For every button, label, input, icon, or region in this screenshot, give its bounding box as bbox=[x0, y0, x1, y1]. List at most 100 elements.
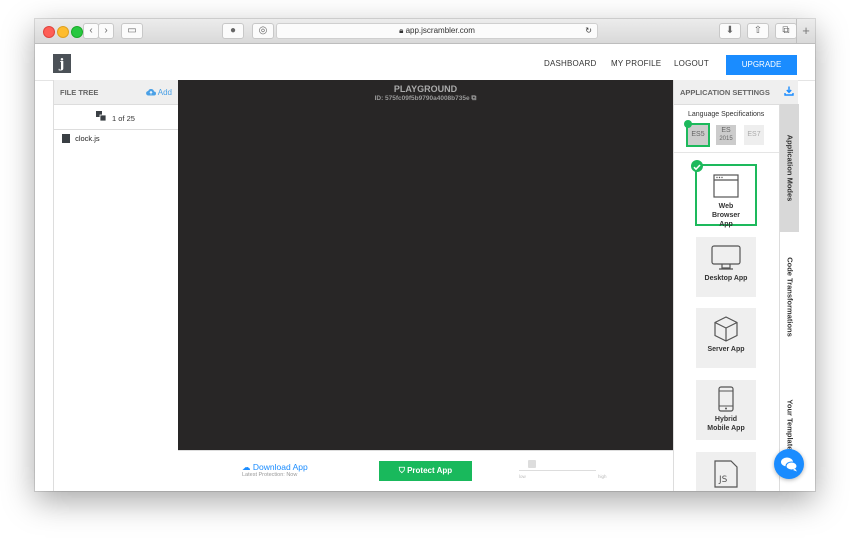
mode-server-app[interactable]: Server App bbox=[696, 308, 756, 368]
add-file-label: Add bbox=[157, 88, 172, 97]
application-settings-panel: APPLICATION SETTINGS Language Specificat… bbox=[673, 80, 798, 491]
js-file-icon: JS bbox=[714, 460, 738, 488]
slider-high-label: high bbox=[598, 474, 607, 479]
chat-button[interactable] bbox=[774, 449, 804, 479]
mode-web-browser-label: Web Browser App bbox=[697, 202, 755, 229]
downloads-button[interactable]: ⬇︎ bbox=[719, 23, 741, 39]
new-tab-button[interactable]: + bbox=[796, 19, 815, 43]
settings-vertical-tabs: Application Modes Code Transformations Y… bbox=[779, 104, 799, 491]
mode-server-label: Server App bbox=[707, 346, 745, 353]
lang-es5-option[interactable]: ES5 bbox=[684, 120, 710, 147]
mode-hybrid-mobile-app[interactable]: Hybrid Mobile App bbox=[696, 380, 756, 440]
grammarly-icon: ● bbox=[229, 25, 237, 36]
tabs-overview-button[interactable]: ⧉ bbox=[775, 23, 797, 39]
chevron-left-icon: ‹ bbox=[89, 25, 93, 36]
cube-icon bbox=[714, 316, 738, 342]
share-icon: ⇧ bbox=[753, 25, 763, 36]
mode-web-line1: Web bbox=[718, 203, 734, 210]
lock-icon: 🔒︎ bbox=[399, 26, 404, 35]
share-button[interactable]: ⇧ bbox=[747, 23, 769, 39]
cloud-upload-icon bbox=[146, 88, 156, 96]
jscrambler-logo[interactable]: j bbox=[53, 54, 71, 73]
zoom-window-button[interactable] bbox=[71, 26, 83, 38]
mode-js-app[interactable]: JS bbox=[696, 452, 756, 491]
mode-hybrid-label: Hybrid Mobile App bbox=[696, 415, 756, 433]
playground-id-text: ID: 575fc09f5b9790a4008b735e bbox=[374, 95, 470, 102]
nav-dashboard[interactable]: DASHBOARD bbox=[544, 59, 596, 68]
protect-app-label: Protect App bbox=[407, 466, 453, 475]
protect-app-button[interactable]: ⛉ Protect App bbox=[379, 461, 472, 481]
shield-icon: ⛉ bbox=[398, 466, 405, 475]
playground-title: PLAYGROUND bbox=[393, 84, 458, 94]
slider-handle[interactable] bbox=[528, 460, 536, 468]
nav-my-profile[interactable]: MY PROFILE bbox=[611, 59, 661, 68]
reload-icon[interactable]: ↻ bbox=[585, 24, 592, 38]
sidebar-icon: ▭ bbox=[127, 25, 137, 36]
language-spec-label: Language Specifications bbox=[688, 111, 765, 118]
extension-g-button[interactable]: ● bbox=[222, 23, 244, 39]
mode-web-line2: Browser bbox=[711, 212, 740, 219]
browser-toolbar: ‹ › ▭ ● ◎ 🔒︎ app.jscrambler.com ↻ ⬇︎ ⇧ ⧉… bbox=[35, 19, 815, 44]
file-tree-title: FILE TREE bbox=[60, 88, 99, 97]
settings-title: APPLICATION SETTINGS bbox=[680, 88, 770, 97]
mode-desktop-app[interactable]: Desktop App bbox=[696, 237, 756, 297]
tab-code-transformations-label: Code Transformations bbox=[785, 257, 794, 337]
address-bar[interactable]: 🔒︎ app.jscrambler.com ↻ bbox=[276, 23, 598, 39]
smartphone-icon bbox=[718, 386, 734, 412]
lang-es2015-option[interactable]: ES 2015 bbox=[716, 125, 736, 145]
forward-button[interactable]: › bbox=[98, 23, 114, 39]
settings-header: APPLICATION SETTINGS bbox=[674, 80, 798, 105]
divider bbox=[674, 152, 780, 153]
back-button[interactable]: ‹ bbox=[83, 23, 99, 39]
monitor-icon bbox=[711, 245, 741, 270]
download-app-label: Download App bbox=[252, 462, 308, 472]
lang-es7-label: ES7 bbox=[744, 125, 764, 145]
app-header: j DASHBOARD MY PROFILE LOGOUT UPGRADE bbox=[35, 44, 815, 81]
browser-window-icon bbox=[713, 174, 739, 198]
nav-logout[interactable]: LOGOUT bbox=[674, 59, 709, 68]
file-tree-panel: FILE TREE Add 1 of 25 clock.js bbox=[53, 80, 179, 491]
tab-application-modes[interactable]: Application Modes bbox=[780, 104, 799, 232]
mode-hybrid-line1: Hybrid bbox=[714, 416, 738, 423]
tab-application-modes-label: Application Modes bbox=[785, 134, 794, 202]
file-pager: 1 of 25 bbox=[54, 105, 178, 130]
chevron-right-icon: › bbox=[104, 25, 108, 36]
minimize-window-button[interactable] bbox=[57, 26, 69, 38]
lang-es2015-line1: ES bbox=[721, 127, 731, 134]
latest-protection-text: Latest Protection: Now bbox=[242, 472, 298, 478]
browser-window: ‹ › ▭ ● ◎ 🔒︎ app.jscrambler.com ↻ ⬇︎ ⇧ ⧉… bbox=[35, 19, 815, 491]
lang-es7-option[interactable]: ES7 bbox=[744, 125, 764, 145]
file-item[interactable]: clock.js bbox=[62, 134, 100, 143]
slider-low-label: low bbox=[519, 474, 526, 479]
code-editor[interactable]: PLAYGROUND ID: 575fc09f5b9790a4008b735e … bbox=[178, 80, 673, 450]
mode-hybrid-line2: Mobile App bbox=[707, 425, 745, 432]
url-text: app.jscrambler.com bbox=[405, 26, 475, 35]
action-bar: ☁︎ Download App Latest Protection: Now ⛉… bbox=[178, 450, 673, 491]
files-stack-icon bbox=[96, 111, 107, 122]
extension-1password-button[interactable]: ◎ bbox=[252, 23, 274, 39]
checkmark-icon bbox=[693, 164, 701, 171]
chat-icon bbox=[781, 457, 798, 472]
password-icon: ◎ bbox=[258, 25, 268, 36]
download-settings-icon[interactable] bbox=[784, 86, 794, 96]
copy-icon[interactable]: ⧉ bbox=[471, 95, 476, 102]
file-item-label: clock.js bbox=[75, 134, 100, 143]
lang-es2015-label: ES 2015 bbox=[716, 125, 736, 145]
js-icon-text: JS bbox=[718, 475, 728, 485]
check-icon bbox=[684, 120, 692, 128]
upgrade-button[interactable]: UPGRADE bbox=[726, 55, 797, 75]
playground-id: ID: 575fc09f5b9790a4008b735e ⧉ bbox=[178, 95, 673, 103]
mode-web-line3: App bbox=[719, 221, 733, 228]
cloud-download-icon: ☁︎ bbox=[242, 462, 251, 472]
protection-level-slider[interactable] bbox=[519, 470, 596, 471]
mode-web-browser-app[interactable]: Web Browser App bbox=[695, 164, 757, 229]
js-file-icon bbox=[62, 134, 70, 143]
close-window-button[interactable] bbox=[43, 26, 55, 38]
sidebar-toggle-button[interactable]: ▭ bbox=[121, 23, 143, 39]
tab-your-templates-label: Your Templates bbox=[785, 398, 794, 455]
tab-code-transformations[interactable]: Code Transformations bbox=[780, 232, 799, 362]
download-icon: ⬇︎ bbox=[725, 25, 735, 36]
mode-desktop-label: Desktop App bbox=[704, 275, 748, 282]
selected-check-icon bbox=[691, 160, 703, 172]
add-file-button[interactable]: Add bbox=[146, 88, 172, 97]
